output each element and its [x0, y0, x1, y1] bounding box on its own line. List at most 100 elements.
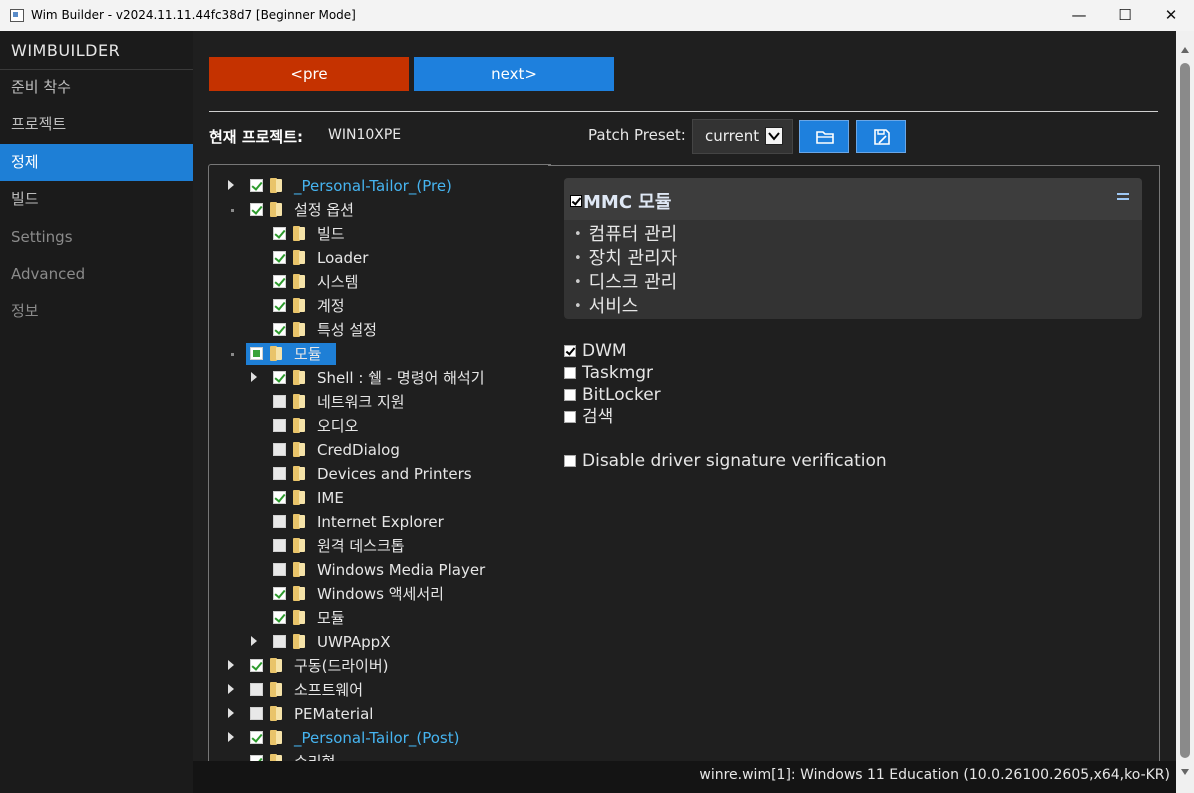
- expanded-icon[interactable]: [231, 209, 234, 212]
- expand-arrow-icon[interactable]: [228, 684, 234, 694]
- sidebar-item-prepare[interactable]: 준비 착수: [0, 69, 193, 106]
- tree-item-label: 특성 설정: [317, 321, 377, 339]
- book-icon: [293, 274, 306, 289]
- option-label: BitLocker: [582, 385, 661, 405]
- book-icon: [293, 610, 306, 625]
- book-icon: [293, 538, 306, 553]
- menu-icon[interactable]: [1117, 193, 1129, 203]
- project-label: 현재 프로젝트:: [209, 128, 304, 146]
- tree-item[interactable]: 빌드: [273, 223, 549, 245]
- tree-checkbox[interactable]: [273, 323, 286, 336]
- tree-checkbox[interactable]: [273, 563, 286, 576]
- book-icon: [270, 730, 283, 745]
- tree-item[interactable]: PEMaterial: [228, 703, 549, 725]
- option-checkbox[interactable]: [564, 367, 576, 379]
- open-preset-button[interactable]: [799, 120, 849, 153]
- tree-item[interactable]: 설정 옵션: [231, 199, 549, 221]
- tree-item[interactable]: Devices and Printers: [273, 463, 549, 485]
- tree-checkbox[interactable]: [273, 419, 286, 432]
- book-icon: [270, 178, 283, 193]
- tree-checkbox[interactable]: [273, 635, 286, 648]
- tree-item[interactable]: 오디오: [273, 415, 549, 437]
- tree-checkbox[interactable]: [250, 179, 263, 192]
- mmc-module-checkbox[interactable]: [570, 195, 582, 207]
- tree-checkbox[interactable]: [250, 731, 263, 744]
- tree-item[interactable]: UWPAppX: [251, 631, 549, 653]
- expanded-icon[interactable]: [231, 353, 234, 356]
- sidebar-item-settings[interactable]: Settings: [0, 219, 193, 256]
- sidebar-item-about[interactable]: 정보: [0, 293, 193, 330]
- tree-checkbox[interactable]: [250, 347, 263, 360]
- book-icon: [293, 418, 306, 433]
- option-checkbox[interactable]: [564, 389, 576, 401]
- tree-item[interactable]: Shell : 쉘 - 명령어 해석기: [251, 367, 549, 389]
- tree-item[interactable]: 계정: [273, 295, 549, 317]
- tree-checkbox[interactable]: [250, 683, 263, 696]
- tree-checkbox[interactable]: [273, 515, 286, 528]
- option-checkbox[interactable]: [564, 455, 576, 467]
- tree-checkbox[interactable]: [273, 443, 286, 456]
- maximize-button[interactable]: ☐: [1102, 0, 1148, 31]
- tree-item[interactable]: 모듈: [273, 607, 549, 629]
- tree-checkbox[interactable]: [273, 227, 286, 240]
- tree-item-label: 계정: [317, 297, 345, 315]
- tree-item[interactable]: Internet Explorer: [273, 511, 549, 533]
- sidebar-item-refine[interactable]: 정제: [0, 144, 193, 181]
- minimize-button[interactable]: —: [1056, 0, 1102, 31]
- tree-checkbox[interactable]: [250, 659, 263, 672]
- detail-panel: MMC 모듈 컴퓨터 관리 장치 관리자 디스크 관리 서비스 DWM Task…: [548, 165, 1160, 762]
- expand-arrow-icon[interactable]: [228, 732, 234, 742]
- tree-checkbox[interactable]: [273, 251, 286, 264]
- tree-item[interactable]: 구동(드라이버): [228, 655, 549, 677]
- tree-item[interactable]: _Personal-Tailor_(Post): [228, 727, 549, 749]
- tree-checkbox[interactable]: [250, 203, 263, 216]
- next-button[interactable]: next>: [414, 57, 614, 91]
- tree-item[interactable]: CredDialog: [273, 439, 549, 461]
- expand-arrow-icon[interactable]: [228, 708, 234, 718]
- card-item: 장치 관리자: [574, 248, 678, 272]
- expand-arrow-icon[interactable]: [228, 660, 234, 670]
- tree-item[interactable]: Windows 액세서리: [273, 583, 549, 605]
- tree-checkbox[interactable]: [250, 707, 263, 720]
- previous-button[interactable]: <pre: [209, 57, 409, 91]
- tree-checkbox[interactable]: [273, 491, 286, 504]
- tree-checkbox[interactable]: [273, 587, 286, 600]
- save-preset-button[interactable]: [856, 120, 906, 153]
- sidebar-item-project[interactable]: 프로젝트: [0, 106, 193, 143]
- tree-item-label: IME: [317, 489, 344, 507]
- option-checkbox[interactable]: [564, 345, 576, 357]
- tree-checkbox[interactable]: [273, 371, 286, 384]
- expand-arrow-icon[interactable]: [228, 180, 234, 190]
- tree-item[interactable]: Loader: [273, 247, 549, 269]
- scroll-up-icon[interactable]: [1181, 47, 1189, 53]
- tree-checkbox[interactable]: [273, 395, 286, 408]
- tree-item[interactable]: 원격 데스크톱: [273, 535, 549, 557]
- tree-item[interactable]: _Personal-Tailor_(Pre): [228, 175, 549, 197]
- tree-item[interactable]: 소프트웨어: [228, 679, 549, 701]
- tree-item[interactable]: Windows Media Player: [273, 559, 549, 581]
- scroll-down-icon[interactable]: [1181, 769, 1189, 775]
- close-button[interactable]: ✕: [1148, 0, 1194, 31]
- patch-preset-select[interactable]: current: [692, 119, 793, 154]
- tree-item[interactable]: IME: [273, 487, 549, 509]
- expand-arrow-icon[interactable]: [251, 636, 257, 646]
- card-item: 서비스: [574, 296, 677, 320]
- sidebar-item-advanced[interactable]: Advanced: [0, 256, 193, 293]
- scrollbar-thumb[interactable]: [1180, 63, 1190, 758]
- book-icon: [293, 514, 306, 529]
- tree-checkbox[interactable]: [273, 275, 286, 288]
- app-icon: [10, 9, 24, 22]
- tree-item[interactable]: 모듈: [231, 343, 549, 365]
- tree-checkbox[interactable]: [273, 467, 286, 480]
- tree-checkbox[interactable]: [273, 539, 286, 552]
- module-tree[interactable]: _Personal-Tailor_(Pre) 설정 옵션 빌드 Loader 시스템계정…: [208, 164, 551, 762]
- tree-checkbox[interactable]: [273, 611, 286, 624]
- tree-checkbox[interactable]: [273, 299, 286, 312]
- tree-item[interactable]: 시스템: [273, 271, 549, 293]
- tree-item[interactable]: 네트워크 지원: [273, 391, 549, 413]
- option-checkbox[interactable]: [564, 411, 576, 423]
- window-scrollbar[interactable]: [1176, 31, 1194, 793]
- sidebar-item-build[interactable]: 빌드: [0, 181, 193, 218]
- expand-arrow-icon[interactable]: [251, 372, 257, 382]
- tree-item[interactable]: 특성 설정: [273, 319, 549, 341]
